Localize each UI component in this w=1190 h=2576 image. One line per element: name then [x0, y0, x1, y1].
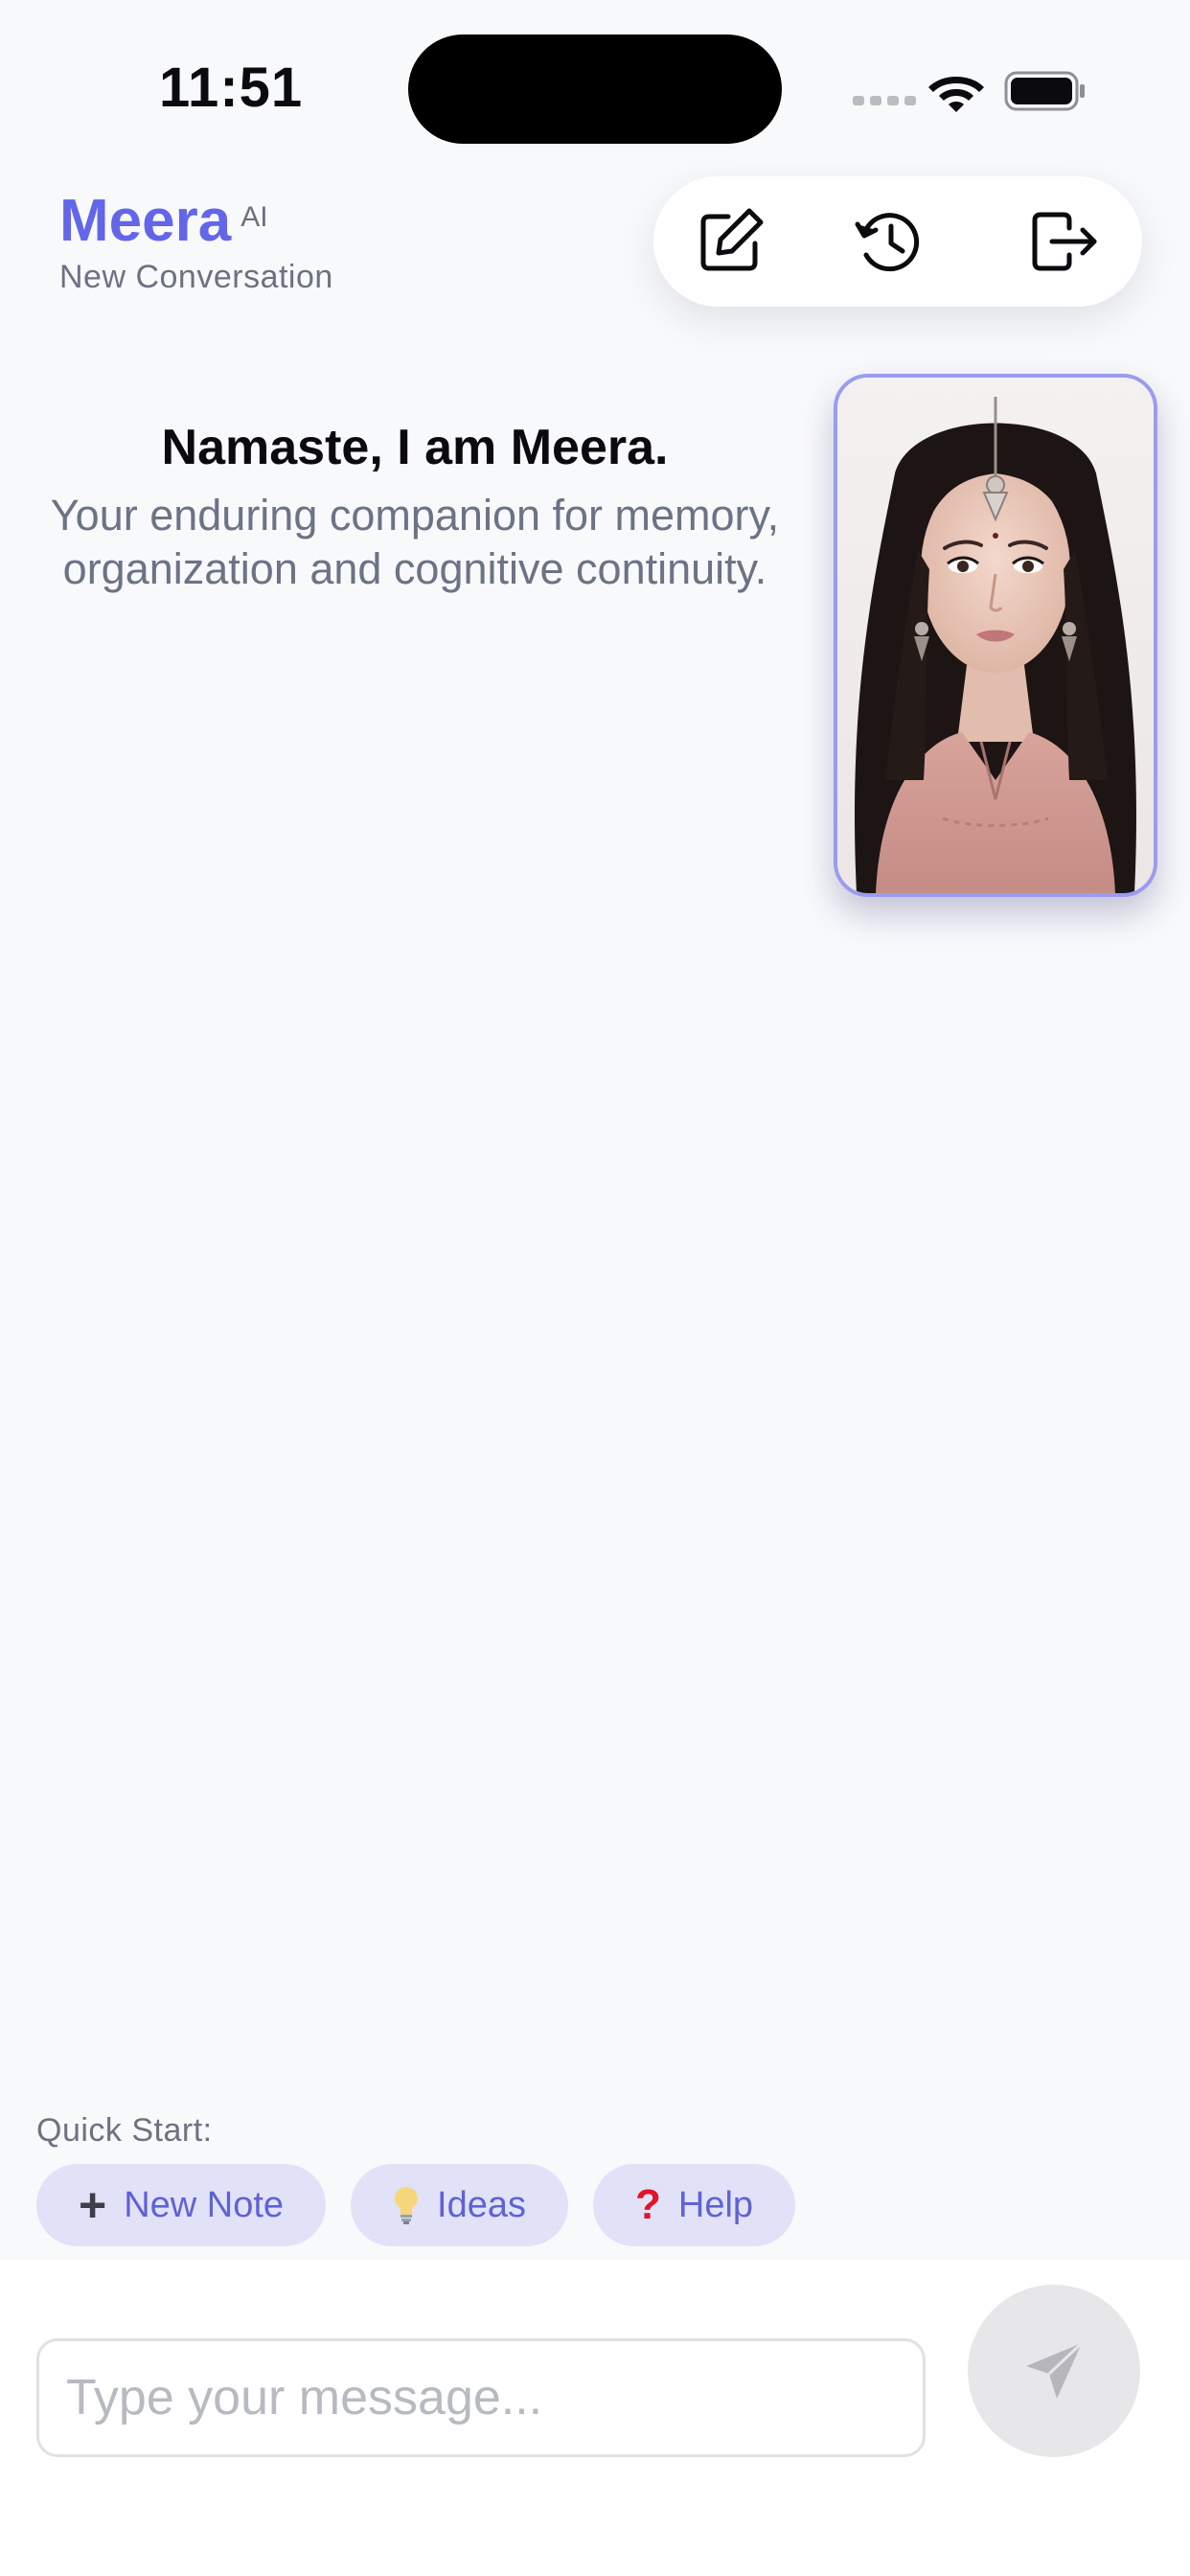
conversation-title: New Conversation	[59, 259, 333, 295]
edit-icon	[700, 208, 764, 271]
app-header: Meera AI New Conversation	[59, 188, 333, 296]
battery-icon	[1004, 71, 1085, 111]
history-icon	[855, 213, 920, 272]
logout-button[interactable]	[1025, 205, 1098, 278]
send-button[interactable]	[968, 2285, 1140, 2457]
message-input[interactable]	[36, 2338, 926, 2457]
chip-label: Help	[677, 2184, 754, 2225]
header-toolbar	[653, 176, 1142, 307]
wifi-icon	[928, 77, 984, 112]
history-button[interactable]	[853, 205, 926, 278]
logout-icon	[1032, 212, 1097, 271]
quick-start-label: Quick Start:	[36, 2112, 213, 2149]
ai-badge: AI	[240, 201, 268, 233]
dynamic-island	[408, 34, 782, 144]
welcome-title: Namaste, I am Meera.	[161, 420, 669, 475]
new-note-chip[interactable]: + New Note	[36, 2164, 327, 2246]
chip-label: Ideas	[437, 2184, 527, 2225]
status-time: 11:51	[159, 57, 304, 119]
status-bar: 11:51	[0, 0, 1190, 172]
plus-icon: +	[79, 2178, 107, 2232]
cellular-signal-icon	[853, 96, 916, 105]
welcome-subtitle: Your enduring companion for memory, orga…	[50, 491, 780, 593]
question-icon: ?	[635, 2181, 661, 2228]
app-title: Meera	[59, 188, 232, 254]
quick-start-chips: + New Note Ideas ? Help	[36, 2164, 796, 2246]
welcome-message: Namaste, I am Meera. Your enduring compa…	[38, 414, 791, 596]
send-icon	[1026, 2341, 1084, 2399]
ideas-chip[interactable]: Ideas	[351, 2164, 569, 2246]
chip-label: New Note	[124, 2184, 285, 2225]
new-conversation-button[interactable]	[694, 205, 767, 278]
message-composer	[0, 2260, 1190, 2576]
meera-avatar	[834, 374, 1157, 897]
help-chip[interactable]: ? Help	[593, 2164, 796, 2246]
lightbulb-icon	[395, 2187, 419, 2224]
